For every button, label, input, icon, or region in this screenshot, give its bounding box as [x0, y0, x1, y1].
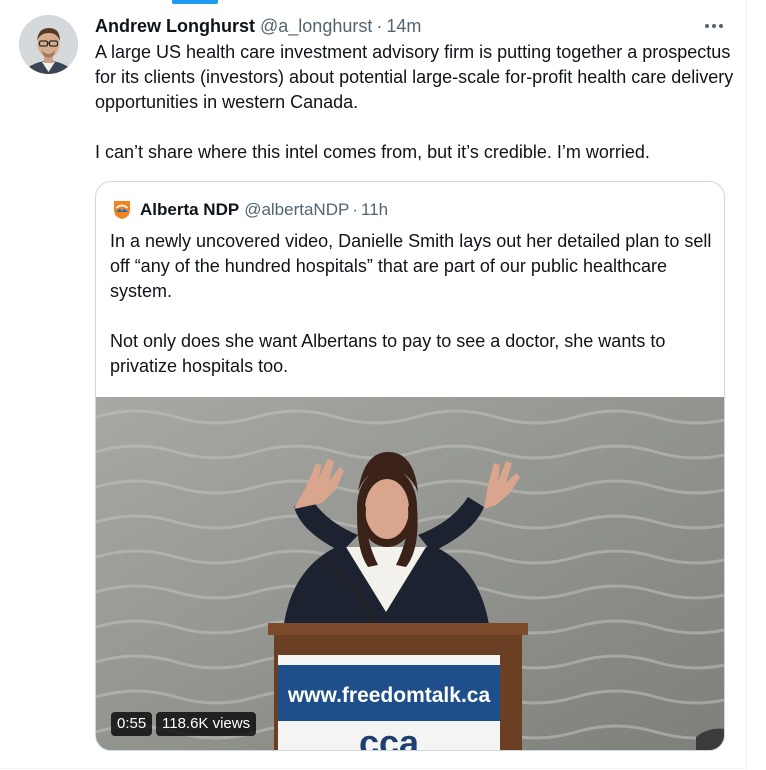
quote-paragraph: Not only does she want Albertans to pay … — [110, 331, 666, 376]
author-avatar[interactable] — [19, 15, 78, 74]
video-thumbnail: www.freedomtalk.ca cca — [96, 397, 724, 751]
author-handle[interactable]: @a_longhurst — [260, 16, 372, 37]
tweet-text: A large US health care investment adviso… — [95, 40, 735, 165]
tweet-paragraph: A large US health care investment adviso… — [95, 42, 734, 112]
tweet-paragraph: I can’t share where this intel comes fro… — [95, 142, 650, 162]
quoted-tweet-card[interactable]: Alberta NDP @albertaNDP · 11h In a newly… — [95, 181, 725, 751]
avatar-photo — [19, 15, 78, 74]
alberta-ndp-logo-icon — [114, 201, 130, 219]
video-duration: 0:55 — [111, 712, 153, 736]
video-player[interactable]: www.freedomtalk.ca cca 0:55 118.6K views — [96, 397, 724, 751]
quote-author-name[interactable]: Alberta NDP — [140, 200, 239, 220]
quote-author-handle[interactable]: @albertaNDP — [244, 200, 349, 220]
quote-timestamp[interactable]: 11h — [361, 200, 388, 220]
column-divider — [746, 0, 747, 770]
more-options-button[interactable] — [699, 14, 729, 38]
more-dots-icon — [705, 24, 723, 28]
tweet-header: Andrew Longhurst @a_longhurst · 14m — [95, 14, 421, 38]
quote-header: Alberta NDP @albertaNDP · 11h — [113, 199, 388, 221]
tweet-divider — [0, 768, 746, 769]
tweet-timestamp[interactable]: 14m — [386, 16, 421, 37]
active-tab-indicator — [172, 0, 218, 4]
podium-logo-text: cca — [359, 722, 420, 751]
quote-paragraph: In a newly uncovered video, Danielle Smi… — [110, 231, 712, 301]
quote-text: In a newly uncovered video, Danielle Smi… — [110, 229, 716, 379]
author-name[interactable]: Andrew Longhurst — [95, 16, 255, 37]
video-view-count: 118.6K views — [156, 712, 257, 736]
header-separator: · — [376, 15, 383, 36]
podium-sign-text: www.freedomtalk.ca — [287, 684, 491, 707]
quote-header-separator: · — [352, 200, 358, 219]
